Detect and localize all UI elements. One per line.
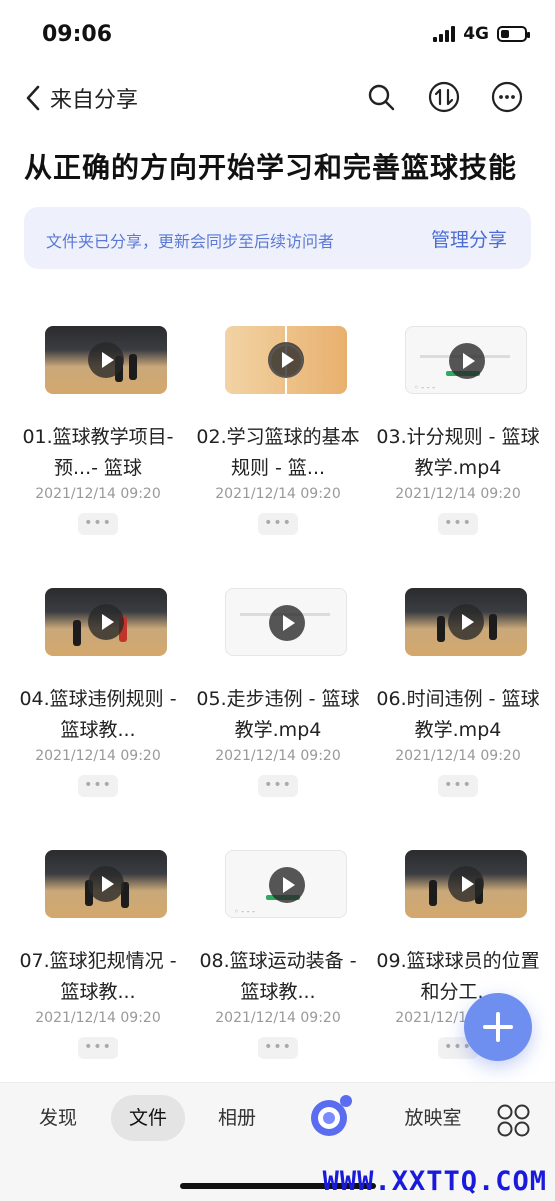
video-thumbnail	[45, 588, 167, 656]
video-thumbnail	[225, 588, 347, 656]
file-date: 2021/12/14 09:20	[35, 486, 161, 502]
tab-discover[interactable]: 发现	[22, 1095, 94, 1141]
play-icon	[449, 343, 485, 379]
file-name: 07.篮球犯规情况 - 篮球教...	[19, 950, 177, 1003]
add-button[interactable]	[464, 993, 532, 1061]
more-button[interactable]: •••	[258, 513, 298, 535]
file-name: 02.学习篮球的基本规则 - 篮...	[196, 426, 360, 479]
video-thumbnail	[225, 326, 347, 394]
play-icon	[88, 866, 124, 902]
more-button[interactable]: •••	[258, 775, 298, 797]
network-label: 4G	[463, 24, 489, 44]
play-icon	[448, 604, 484, 640]
share-banner-text: 文件夹已分享，更新会同步至后续访问者	[46, 232, 335, 251]
play-icon	[88, 604, 124, 640]
back-label: 来自分享	[50, 88, 139, 113]
file-name: 09.篮球球员的位置和分工...	[376, 950, 540, 1003]
video-thumbnail	[45, 326, 167, 394]
more-button[interactable]: •••	[258, 1037, 298, 1059]
tab-screening-room[interactable]: 放映室	[392, 1095, 474, 1141]
file-tile[interactable]: ◦ - - - 03.计分规则 - 篮球教学.mp4 2021/12/14 09…	[368, 310, 548, 550]
status-indicators: 4G	[433, 24, 530, 44]
file-tile[interactable]: 02.学习篮球的基本规则 - 篮... 2021/12/14 09:20 •••	[188, 310, 368, 550]
status-time: 09:06	[42, 22, 113, 47]
more-button[interactable]: •••	[78, 513, 118, 535]
grid-menu-icon[interactable]	[496, 1103, 532, 1139]
battery-icon	[497, 26, 530, 42]
tab-files[interactable]: 文件	[111, 1095, 185, 1141]
file-date: 2021/12/14 09:20	[395, 486, 521, 502]
video-thumbnail: ◦ - - -	[405, 326, 527, 394]
file-date: 2021/12/14 09:20	[395, 748, 521, 764]
file-date: 2021/12/14 09:20	[215, 1010, 341, 1026]
file-tile[interactable]: 07.篮球犯规情况 - 篮球教... 2021/12/14 09:20 •••	[8, 834, 188, 1074]
video-thumbnail	[405, 588, 527, 656]
play-icon	[269, 867, 305, 903]
back-button[interactable]: 来自分享	[24, 82, 138, 114]
bottom-tab-bar: 发现 文件 相册 放映室 WWW.XXTTQ.COM	[0, 1082, 555, 1201]
status-bar: 09:06 4G	[0, 0, 555, 70]
file-date: 2021/12/14 09:20	[35, 1010, 161, 1026]
video-thumbnail	[45, 850, 167, 918]
file-name: 08.篮球运动装备 - 篮球教...	[199, 950, 357, 1003]
file-tile[interactable]: 05.走步违例 - 篮球教学.mp4 2021/12/14 09:20 •••	[188, 572, 368, 812]
manage-share-button[interactable]: 管理分享	[431, 225, 507, 252]
more-button[interactable]: •••	[438, 775, 478, 797]
video-thumbnail: ◦ - - -	[225, 850, 347, 918]
file-date: 2021/12/14 09:20	[215, 486, 341, 502]
play-icon	[268, 342, 304, 378]
app-logo-icon[interactable]	[306, 1093, 354, 1141]
more-button[interactable]: •••	[78, 1037, 118, 1059]
tab-albums[interactable]: 相册	[200, 1095, 274, 1141]
chevron-left-icon	[26, 85, 40, 111]
file-name: 06.时间违例 - 篮球教学.mp4	[376, 688, 540, 741]
more-button[interactable]: •••	[438, 513, 478, 535]
transfer-icon[interactable]	[427, 80, 461, 114]
file-tile[interactable]: 04.篮球违例规则 - 篮球教... 2021/12/14 09:20 •••	[8, 572, 188, 812]
file-date: 2021/12/14 09:20	[215, 748, 341, 764]
play-icon	[269, 605, 305, 641]
video-thumbnail	[405, 850, 527, 918]
page-title: 从正确的方向开始学习和完善篮球技能	[24, 151, 518, 184]
more-icon[interactable]	[490, 80, 524, 114]
nav-bar: 来自分享	[0, 76, 555, 122]
share-banner: 文件夹已分享，更新会同步至后续访问者 管理分享	[24, 207, 531, 269]
file-name: 05.走步违例 - 篮球教学.mp4	[196, 688, 360, 741]
file-tile[interactable]: ◦ - - - 08.篮球运动装备 - 篮球教... 2021/12/14 09…	[188, 834, 368, 1074]
file-date: 2021/12/14 09:20	[35, 748, 161, 764]
file-tile[interactable]: 06.时间违例 - 篮球教学.mp4 2021/12/14 09:20 •••	[368, 572, 548, 812]
signal-icon	[433, 26, 456, 42]
play-icon	[448, 866, 484, 902]
more-button[interactable]: •••	[78, 775, 118, 797]
file-name: 04.篮球违例规则 - 篮球教...	[19, 688, 177, 741]
watermark: WWW.XXTTQ.COM	[322, 1166, 547, 1197]
search-icon[interactable]	[364, 80, 398, 114]
file-name: 03.计分规则 - 篮球教学.mp4	[376, 426, 540, 479]
file-name: 01.篮球教学项目-预...- 篮球	[22, 426, 174, 479]
file-tile[interactable]: 01.篮球教学项目-预...- 篮球 2021/12/14 09:20 •••	[8, 310, 188, 550]
play-icon	[88, 342, 124, 378]
